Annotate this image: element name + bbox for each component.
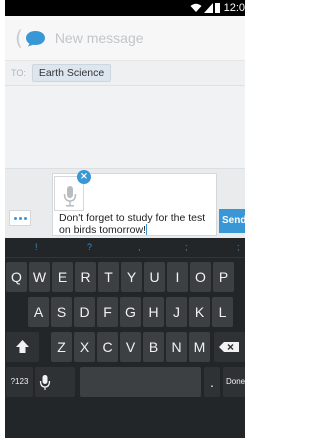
key-f[interactable]: F	[97, 297, 118, 327]
ellipsis-dot	[23, 216, 27, 220]
key-y[interactable]: Y	[121, 262, 142, 292]
compose-area: × Don't forget to study for the test on …	[5, 168, 245, 238]
keyboard-hint: ?	[87, 242, 93, 252]
key-e[interactable]: E	[52, 262, 73, 292]
wifi-icon	[190, 3, 202, 12]
key-k[interactable]: K	[189, 297, 210, 327]
key-o[interactable]: O	[190, 262, 211, 292]
status-bar: 12:0	[5, 0, 245, 16]
remove-attachment-icon[interactable]: ×	[77, 170, 91, 184]
message-text-content: Don't forget to study for the test on bi…	[59, 212, 206, 236]
key-m[interactable]: M	[189, 332, 210, 362]
message-thread	[5, 86, 245, 168]
signal-icon	[203, 3, 213, 13]
key-t[interactable]: T	[98, 262, 119, 292]
shift-key[interactable]	[6, 332, 39, 362]
keyboard-hint: ,	[138, 242, 141, 252]
recipient-bar[interactable]: TO: Earth Science	[5, 60, 245, 86]
keyboard-hint: !	[35, 242, 38, 252]
keyboard: ! ? , ; ; Q W E R T Y U I O P A S D F G …	[5, 238, 245, 438]
voice-input-key[interactable]	[35, 367, 75, 397]
key-p[interactable]: P	[213, 262, 234, 292]
battery-icon	[214, 3, 220, 13]
key-j[interactable]: J	[166, 297, 187, 327]
status-time: 12:0	[223, 2, 245, 14]
key-g[interactable]: G	[120, 297, 141, 327]
key-x[interactable]: X	[74, 332, 95, 362]
status-icons: 12:0	[190, 1, 245, 15]
space-key[interactable]	[80, 367, 201, 397]
message-text: Don't forget to study for the test on bi…	[59, 212, 209, 236]
key-u[interactable]: U	[144, 262, 165, 292]
keyboard-hint: ;	[237, 242, 240, 252]
backspace-icon	[219, 342, 239, 352]
symbols-key[interactable]: ?123	[6, 367, 33, 397]
key-r[interactable]: R	[75, 262, 96, 292]
microphone-icon	[39, 375, 51, 390]
message-input[interactable]: × Don't forget to study for the test on …	[52, 170, 217, 236]
key-s[interactable]: S	[51, 297, 72, 327]
more-options-button[interactable]	[9, 210, 31, 226]
key-i[interactable]: I	[167, 262, 188, 292]
send-button[interactable]: Send	[219, 209, 245, 233]
page-title: New message	[54, 30, 144, 46]
shift-icon	[16, 340, 29, 353]
key-n[interactable]: N	[166, 332, 187, 362]
key-q[interactable]: Q	[6, 262, 27, 292]
back-icon[interactable]: (	[15, 26, 23, 50]
recipient-chip[interactable]: Earth Science	[31, 64, 112, 82]
suggestion-strip: ! ? , ; ;	[5, 238, 245, 258]
action-bar: ( New message	[5, 16, 245, 60]
backspace-key[interactable]	[214, 332, 245, 362]
key-l[interactable]: L	[212, 297, 233, 327]
key-b[interactable]: B	[143, 332, 164, 362]
key-v[interactable]: V	[120, 332, 141, 362]
ellipsis-dot	[13, 216, 17, 220]
phone-screen: 12:0 ( New message TO: Earth Science × D…	[5, 0, 245, 438]
key-a[interactable]: A	[28, 297, 49, 327]
speech-bubble-icon	[25, 30, 45, 46]
key-z[interactable]: Z	[51, 332, 72, 362]
text-cursor	[145, 224, 147, 235]
period-key[interactable]: .	[204, 367, 220, 397]
done-key[interactable]: Done	[223, 367, 245, 397]
keyboard-hint: ;	[185, 242, 188, 252]
key-w[interactable]: W	[29, 262, 50, 292]
key-c[interactable]: C	[97, 332, 118, 362]
ellipsis-dot	[18, 216, 22, 220]
key-h[interactable]: H	[143, 297, 164, 327]
audio-attachment[interactable]: ×	[54, 170, 91, 211]
to-label: TO:	[11, 68, 26, 78]
key-d[interactable]: D	[74, 297, 95, 327]
